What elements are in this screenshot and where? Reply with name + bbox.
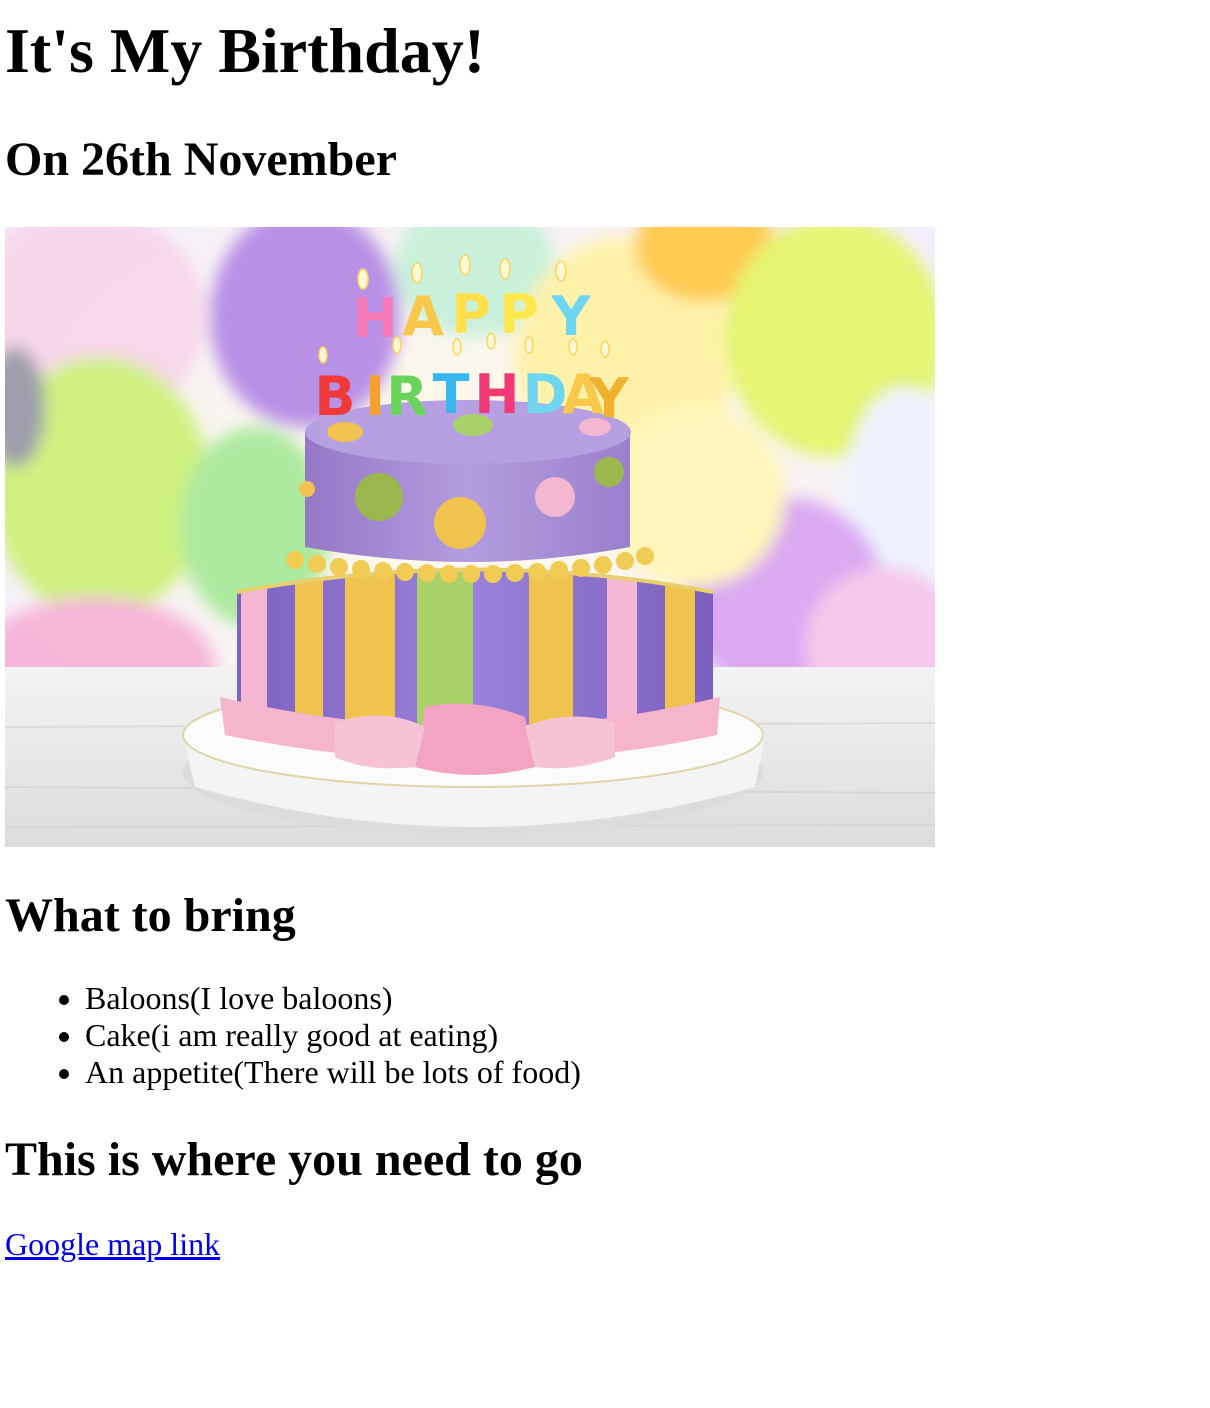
list-item: An appetite(There will be lots of food)	[85, 1054, 581, 1091]
page-title: It's My Birthday!	[5, 15, 485, 86]
where-to-go-heading: This is where you need to go	[5, 1133, 583, 1186]
svg-text:D: D	[523, 363, 568, 426]
svg-text:T: T	[433, 363, 470, 426]
google-map-link[interactable]: Google map link	[5, 1226, 220, 1263]
svg-text:I: I	[365, 365, 385, 428]
svg-text:P: P	[451, 283, 491, 346]
svg-text:Y: Y	[550, 285, 591, 348]
svg-text:B: B	[314, 365, 355, 428]
what-to-bring-heading: What to bring	[5, 889, 296, 942]
birthday-cake-image: H A P P Y B I R T H D A Y	[5, 227, 935, 847]
svg-text:Y: Y	[588, 367, 629, 430]
birthday-date-heading: On 26th November	[5, 133, 397, 186]
bring-list: Baloons(I love baloons) Cake(i am really…	[5, 980, 581, 1091]
list-item: Cake(i am really good at eating)	[85, 1017, 581, 1054]
svg-text:H: H	[474, 363, 519, 426]
svg-text:H: H	[352, 287, 397, 350]
svg-text:P: P	[499, 283, 539, 346]
list-item: Baloons(I love baloons)	[85, 980, 581, 1017]
svg-text:A: A	[402, 285, 444, 348]
svg-text:R: R	[386, 365, 428, 428]
